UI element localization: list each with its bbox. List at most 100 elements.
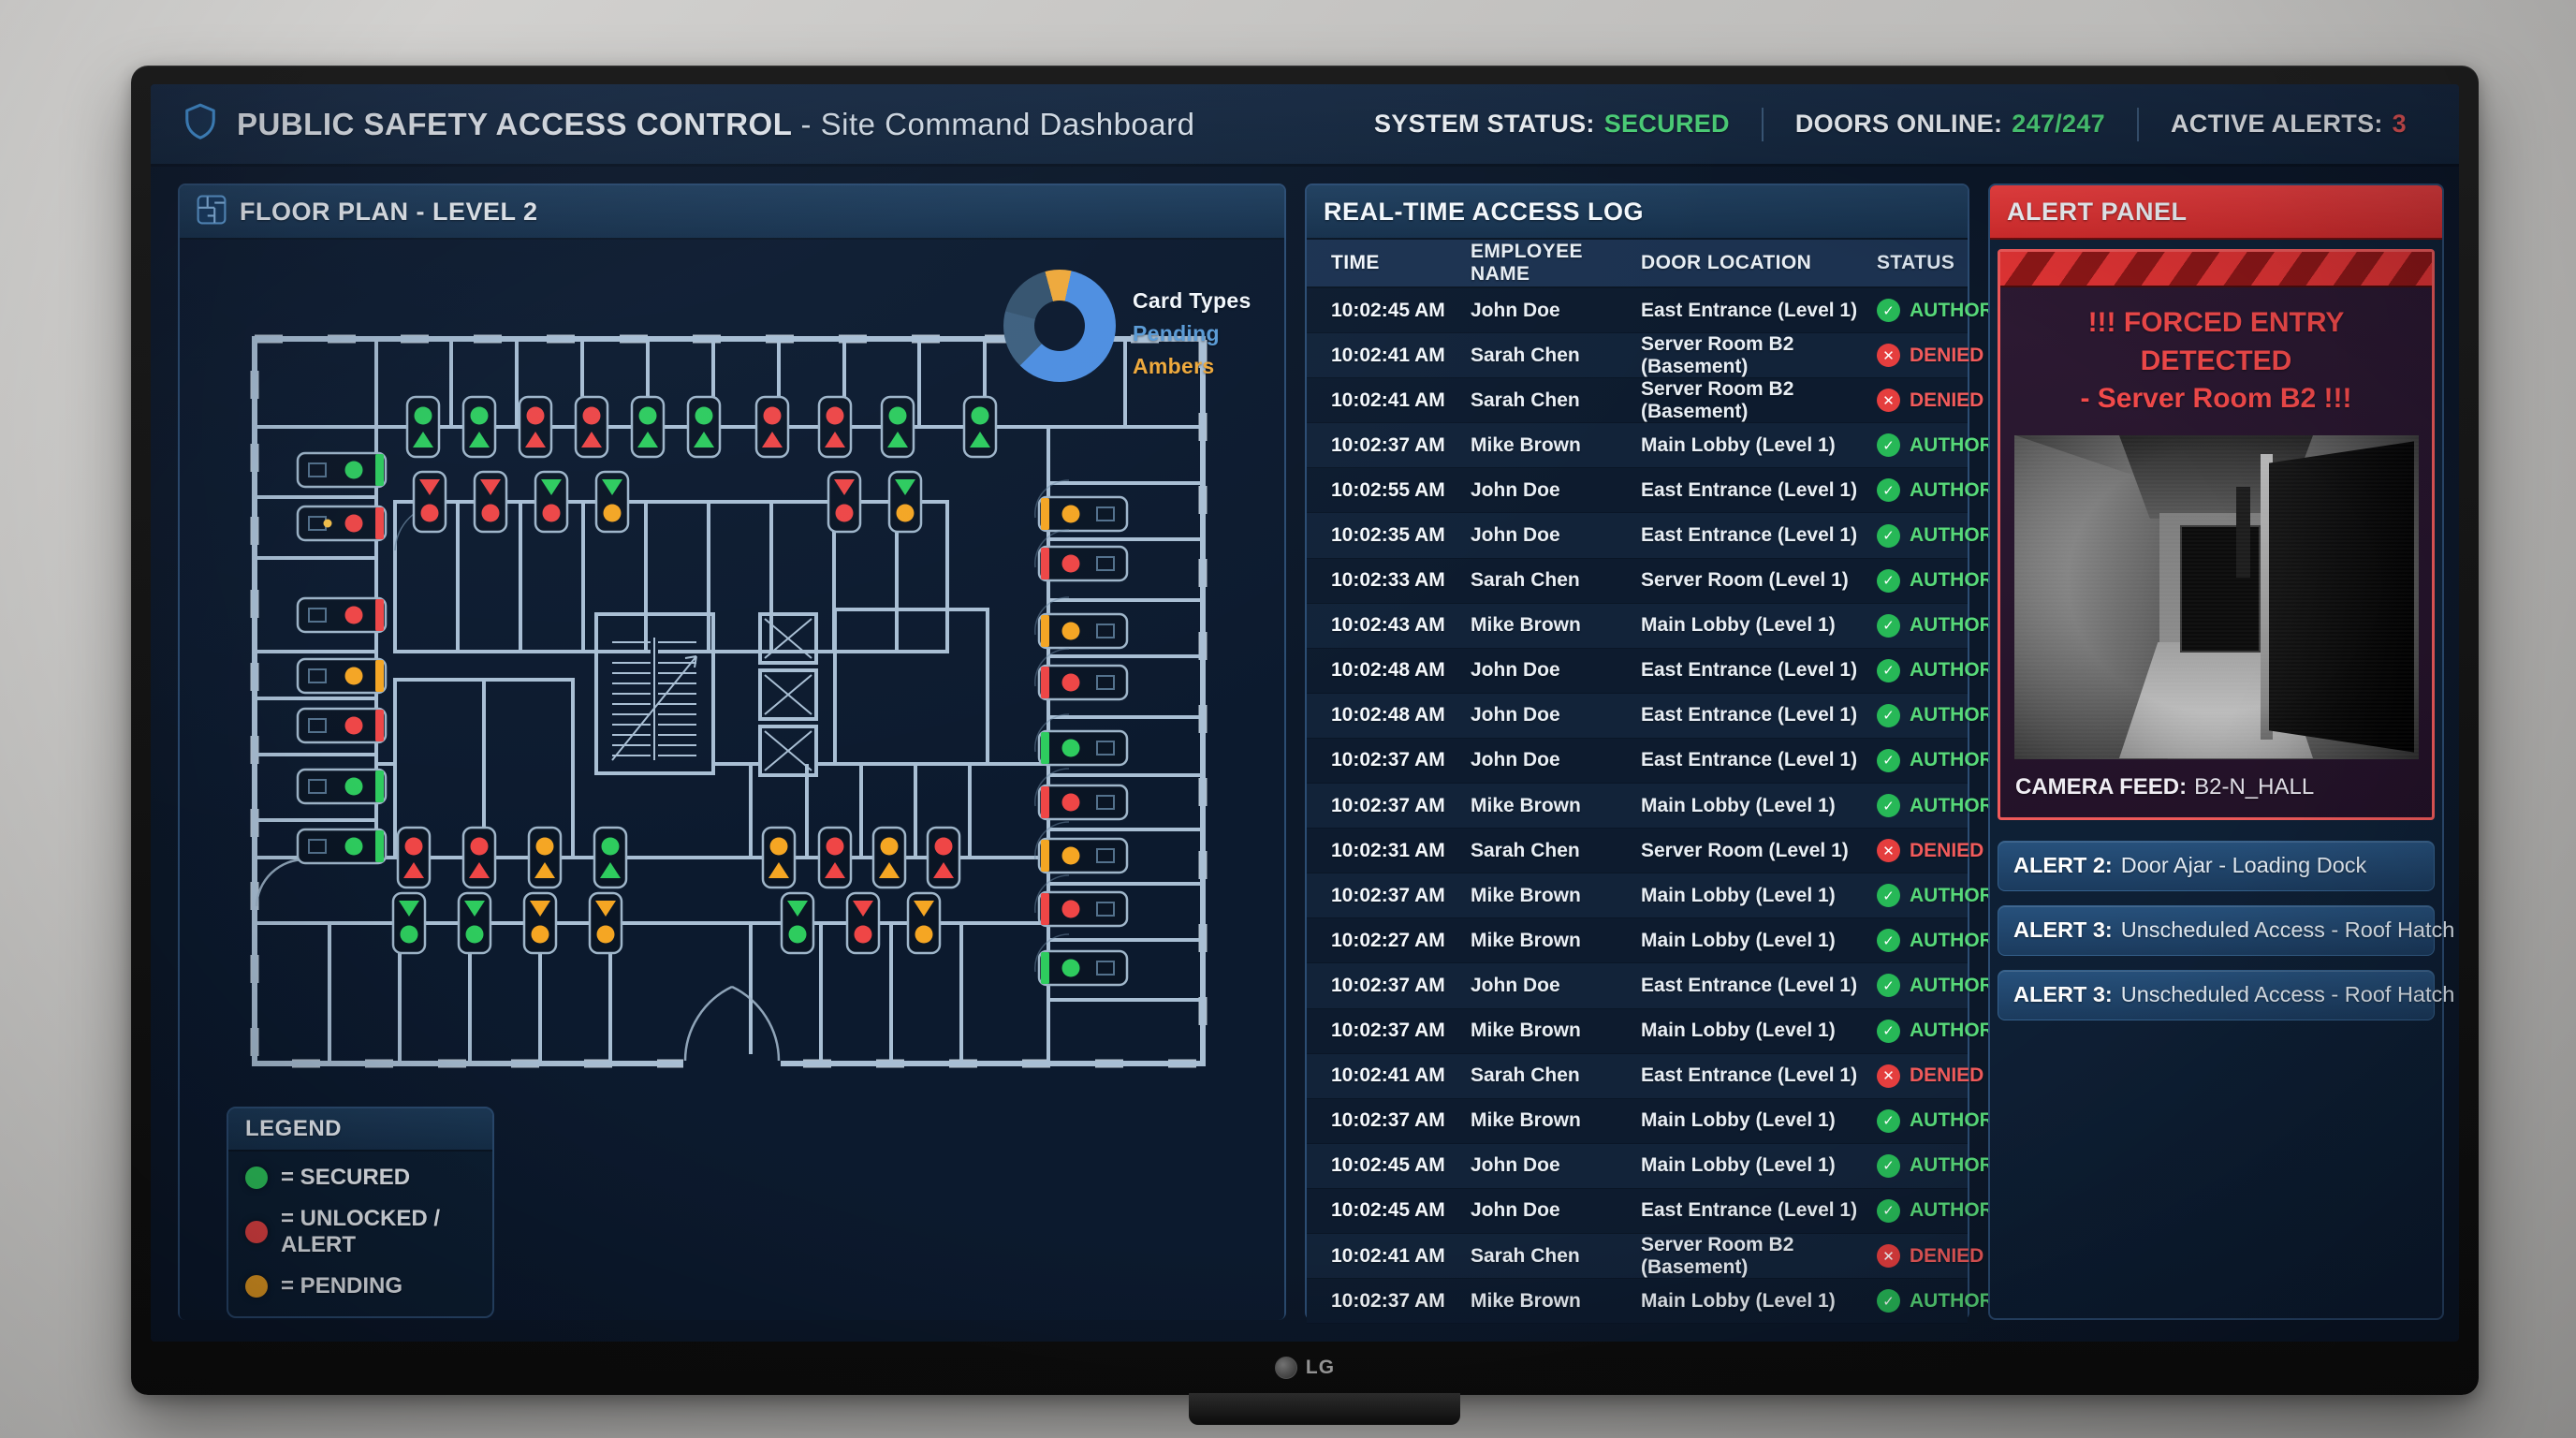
donut-legend-label: Pending [1133, 321, 1251, 346]
access-log-row[interactable]: 10:02:37 AMMike BrownMain Lobby (Level 1… [1307, 1099, 1968, 1144]
column-header: EMPLOYEE NAME [1448, 241, 1628, 286]
hazard-stripes [2000, 252, 2432, 287]
door-status-badge [414, 472, 446, 532]
access-log-row[interactable]: 10:02:37 AMJohn DoeEast Entrance (Level … [1307, 739, 1968, 784]
floor-plan-panel: FLOOR PLAN - LEVEL 2 [178, 183, 1286, 1320]
alert-list: ALERT 2:Door Ajar - Loading Dock ALERT 3:… [1998, 841, 2435, 1020]
door-status-badge [908, 893, 940, 953]
door-status-badge [298, 770, 386, 803]
door-status-badge [688, 397, 720, 457]
access-log-row[interactable]: 10:02:37 AMMike BrownMain Lobby (Level 1… [1307, 873, 1968, 918]
access-log-row[interactable]: 10:02:33 AMSarah ChenServer Room (Level … [1307, 559, 1968, 604]
legend-item: = SECURED [245, 1165, 476, 1191]
access-log-row[interactable]: 10:02:27 AMMike BrownMain Lobby (Level 1… [1307, 918, 1968, 963]
stat-divider [1762, 108, 1764, 141]
forced-entry-alert-card[interactable]: !!! FORCED ENTRY DETECTED - Server Room … [1998, 249, 2435, 820]
door-status-badge [964, 397, 996, 457]
stairs-glyph [612, 638, 696, 760]
check-icon: ✓ [1877, 704, 1900, 727]
door-status-badge [520, 397, 551, 457]
access-log-row[interactable]: 10:02:55 AMJohn DoeEast Entrance (Level … [1307, 468, 1968, 513]
door-status-badge [889, 472, 921, 532]
x-icon: ✕ [1877, 344, 1900, 367]
access-log-row[interactable]: 10:02:37 AMJohn DoeEast Entrance (Level … [1307, 963, 1968, 1008]
access-log-row[interactable]: 10:02:37 AMMike BrownMain Lobby (Level 1… [1307, 423, 1968, 468]
lg-logo-icon [1275, 1357, 1297, 1379]
donut-legend: Card TypesPendingAmbers [1133, 288, 1251, 379]
floor-plan-title: FLOOR PLAN - LEVEL 2 [240, 198, 538, 227]
door-status-badge [459, 893, 490, 953]
access-log-row[interactable]: 10:02:48 AMJohn DoeEast Entrance (Level … [1307, 649, 1968, 694]
header-bar: PUBLIC SAFETY ACCESS CONTROL - Site Comm… [151, 84, 2459, 167]
floor-plan-panel-header: FLOOR PLAN - LEVEL 2 [180, 185, 1284, 240]
floor-plan-icon [197, 195, 227, 229]
alert-list-item[interactable]: ALERT 3:Unscheduled Access - Roof Hatch [1998, 970, 2435, 1020]
access-log-row[interactable]: 10:02:31 AMSarah ChenServer Room (Level … [1307, 829, 1968, 873]
tv-brand: LG [131, 1354, 2479, 1382]
donut-hole [1034, 301, 1085, 351]
access-log-table: 10:02:45 AMJohn DoeEast Entrance (Level … [1307, 288, 1968, 1324]
access-log-row[interactable]: 10:02:41 AMSarah ChenServer Room B2 (Bas… [1307, 333, 1968, 378]
legend-dot-icon [245, 1167, 268, 1189]
door-status-badge [763, 828, 795, 888]
access-log-row[interactable]: 10:02:48 AMJohn DoeEast Entrance (Level … [1307, 694, 1968, 739]
door-status-badge [882, 397, 914, 457]
door-status-badge [782, 893, 813, 953]
shield-icon [183, 102, 218, 146]
check-icon: ✓ [1877, 433, 1900, 457]
door-status-badge [535, 472, 567, 532]
stat-divider [2137, 108, 2139, 141]
camera-feed-caption: CAMERA FEED:B2-N_HALL [2000, 759, 2432, 817]
access-log-row[interactable]: 10:02:41 AMSarah ChenServer Room B2 (Bas… [1307, 378, 1968, 423]
legend-title: LEGEND [228, 1108, 492, 1152]
door-status-badge [928, 828, 959, 888]
door-status-badge [529, 828, 561, 888]
status-badge: SYSTEM STATUS:SECURED [1374, 110, 1730, 139]
door-status-badge [756, 397, 788, 457]
door-status-badge [398, 828, 430, 888]
tv-stand [1189, 1393, 1460, 1425]
check-icon: ✓ [1877, 299, 1900, 322]
access-log-row[interactable]: 10:02:35 AMJohn DoeEast Entrance (Level … [1307, 513, 1968, 558]
door-status-badge [298, 506, 386, 540]
access-log-row[interactable]: 10:02:41 AMSarah ChenServer Room B2 (Bas… [1307, 1234, 1968, 1279]
check-icon: ✓ [1877, 794, 1900, 817]
alert-panel-title: ALERT PANEL [2007, 198, 2188, 227]
floor-plan-map[interactable]: Card TypesPendingAmbers LEGEND = SECURED… [180, 240, 1284, 1320]
alert-panel: ALERT PANEL !!! FORCED ENTRY DETECTED - … [1988, 183, 2444, 1320]
access-log-row[interactable]: 10:02:45 AMJohn DoeEast Entrance (Level … [1307, 1189, 1968, 1234]
check-icon: ✓ [1877, 614, 1900, 638]
access-log-row[interactable]: 10:02:37 AMMike BrownMain Lobby (Level 1… [1307, 1009, 1968, 1054]
access-log-column-headers: TIMEEMPLOYEE NAMEDOOR LOCATIONSTATUS [1307, 240, 1968, 288]
door-status-badge [819, 828, 851, 888]
door-status-badge [393, 893, 425, 953]
access-log-row[interactable]: 10:02:37 AMMike BrownMain Lobby (Level 1… [1307, 1279, 1968, 1324]
check-icon: ✓ [1877, 659, 1900, 682]
door-status-badge [847, 893, 879, 953]
access-log-row[interactable]: 10:02:41 AMSarah ChenEast Entrance (Leve… [1307, 1054, 1968, 1099]
wall-background: PUBLIC SAFETY ACCESS CONTROL - Site Comm… [0, 0, 2576, 1438]
door-status-badge [594, 828, 626, 888]
access-log-row[interactable]: 10:02:37 AMMike BrownMain Lobby (Level 1… [1307, 784, 1968, 829]
access-log-row[interactable]: 10:02:43 AMMike BrownMain Lobby (Level 1… [1307, 604, 1968, 649]
access-log-row[interactable]: 10:02:45 AMJohn DoeMain Lobby (Level 1)✓… [1307, 1144, 1968, 1189]
door-status-badge [632, 397, 664, 457]
page-title: PUBLIC SAFETY ACCESS CONTROL - Site Comm… [237, 107, 1194, 142]
door-status-badge [590, 893, 622, 953]
check-icon: ✓ [1877, 749, 1900, 772]
alert-list-item[interactable]: ALERT 2:Door Ajar - Loading Dock [1998, 841, 2435, 891]
alert-list-item[interactable]: ALERT 3:Unscheduled Access - Roof Hatch [1998, 905, 2435, 956]
check-icon: ✓ [1877, 1289, 1900, 1313]
door-status-badge [298, 709, 386, 742]
x-icon: ✕ [1877, 839, 1900, 862]
access-log-header: REAL-TIME ACCESS LOG [1307, 185, 1968, 240]
access-log-row[interactable]: 10:02:45 AMJohn DoeEast Entrance (Level … [1307, 288, 1968, 333]
legend-item: = PENDING [245, 1273, 476, 1299]
check-icon: ✓ [1877, 524, 1900, 548]
alert-panel-header: ALERT PANEL [1990, 185, 2442, 240]
door-status-badge [475, 472, 506, 532]
door-status-badge [407, 397, 439, 457]
donut-legend-label: Ambers [1133, 354, 1251, 379]
dashboard-screen: PUBLIC SAFETY ACCESS CONTROL - Site Comm… [151, 84, 2459, 1342]
lg-logo-text: LG [1306, 1357, 1335, 1379]
